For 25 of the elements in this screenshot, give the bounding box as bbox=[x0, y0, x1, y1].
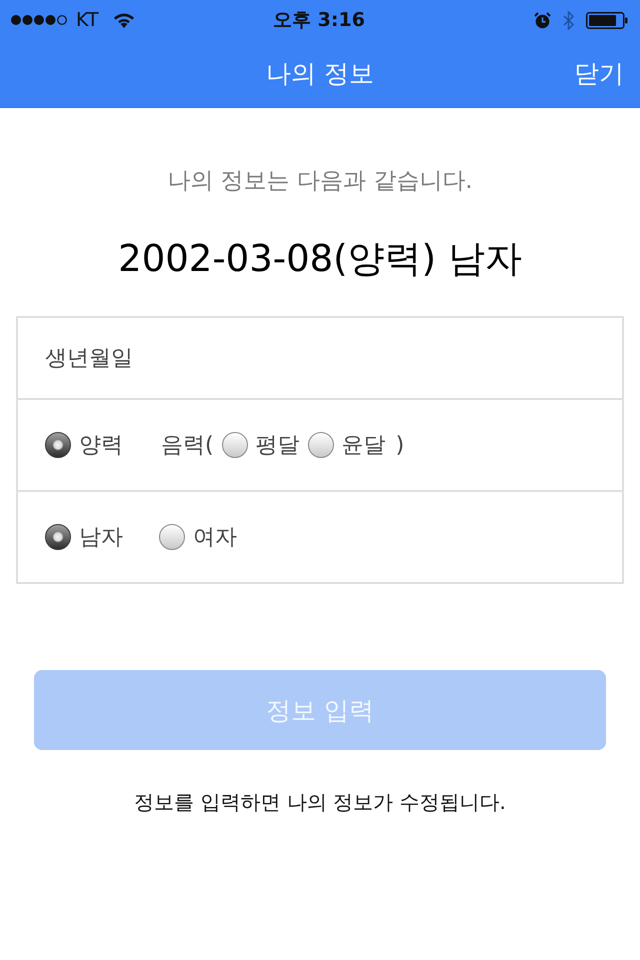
radio-button[interactable] bbox=[45, 432, 71, 458]
radio-label[interactable]: 양력 bbox=[79, 430, 123, 460]
radio-button[interactable] bbox=[222, 432, 248, 458]
alarm-clock-icon bbox=[534, 12, 551, 28]
status-time: 오후 3:16 bbox=[273, 8, 365, 33]
radio-label[interactable]: 평달 bbox=[256, 430, 300, 460]
battery-icon bbox=[586, 12, 628, 28]
info-summary: 2002-03-08(양력) 남자 bbox=[118, 236, 522, 282]
intro-text: 나의 정보는 다음과 같습니다. bbox=[167, 167, 473, 196]
radio-button[interactable] bbox=[159, 524, 185, 550]
wifi-icon bbox=[112, 12, 135, 28]
radio-label[interactable]: 윤달 bbox=[342, 430, 386, 460]
bluetooth-icon bbox=[563, 10, 574, 30]
note-text: 정보를 입력하면 나의 정보가 수정됩니다. bbox=[134, 789, 506, 816]
closing-bracket: ) bbox=[396, 432, 404, 458]
nav-title: 나의 정보 bbox=[266, 58, 374, 90]
radio-label[interactable]: 여자 bbox=[193, 522, 237, 552]
close-button[interactable]: 닫기 bbox=[574, 57, 624, 90]
radio-button[interactable] bbox=[45, 524, 71, 550]
signal-strength-icon bbox=[10, 14, 68, 26]
radio-label[interactable]: 남자 bbox=[79, 522, 123, 552]
field-label: 생년월일 bbox=[45, 345, 133, 373]
radio-button[interactable] bbox=[308, 432, 334, 458]
carrier-name: KT bbox=[76, 9, 99, 31]
lunar-label: 음력( bbox=[161, 432, 214, 460]
